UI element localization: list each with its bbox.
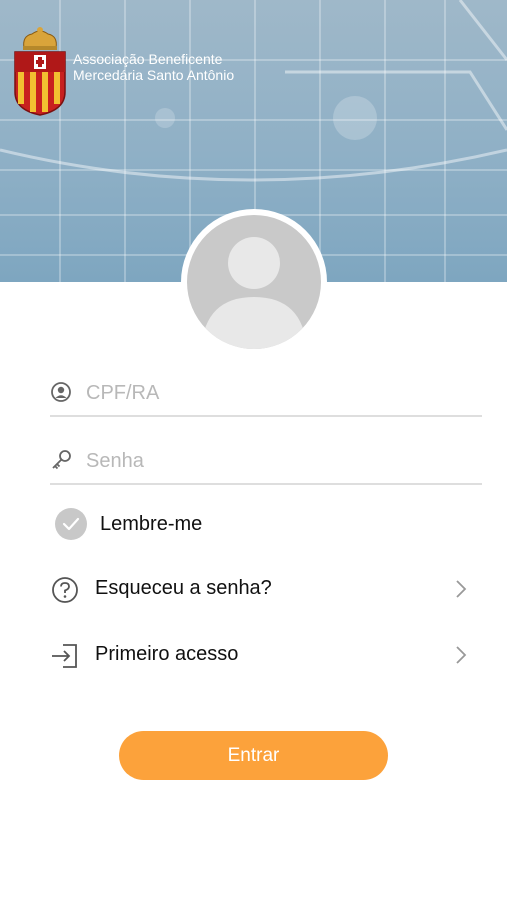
remember-me-toggle[interactable]: Lembre-me (55, 507, 202, 541)
first-access-link[interactable]: Primeiro acesso (50, 635, 470, 675)
senha-input[interactable] (84, 443, 468, 479)
avatar-frame (181, 209, 327, 355)
remember-me-label: Lembre-me (100, 512, 203, 535)
key-icon (52, 450, 71, 470)
sign-in-icon (52, 644, 77, 668)
chevron-right-icon (456, 646, 467, 664)
first-access-label: Primeiro acesso (95, 643, 239, 665)
user-circle-icon (51, 382, 71, 402)
cpf-field (50, 369, 482, 417)
chevron-right-icon (456, 580, 467, 598)
organization-name: Associação Beneficente Mercedária Santo … (73, 51, 234, 83)
crest-logo (14, 27, 66, 116)
senha-field (50, 437, 482, 485)
forgot-password-label: Esqueceu a senha? (95, 577, 272, 599)
organization-name-line2: Mercedária Santo Antônio (73, 67, 235, 83)
forgot-password-link[interactable]: Esqueceu a senha? (50, 569, 470, 609)
user-avatar-icon (187, 215, 321, 349)
organization-name-line1: Associação Beneficente (73, 51, 223, 67)
submit-button[interactable]: Entrar (119, 731, 388, 780)
checkmark-icon[interactable] (55, 508, 87, 540)
question-circle-icon (52, 577, 78, 603)
cpf-input[interactable] (84, 375, 468, 411)
